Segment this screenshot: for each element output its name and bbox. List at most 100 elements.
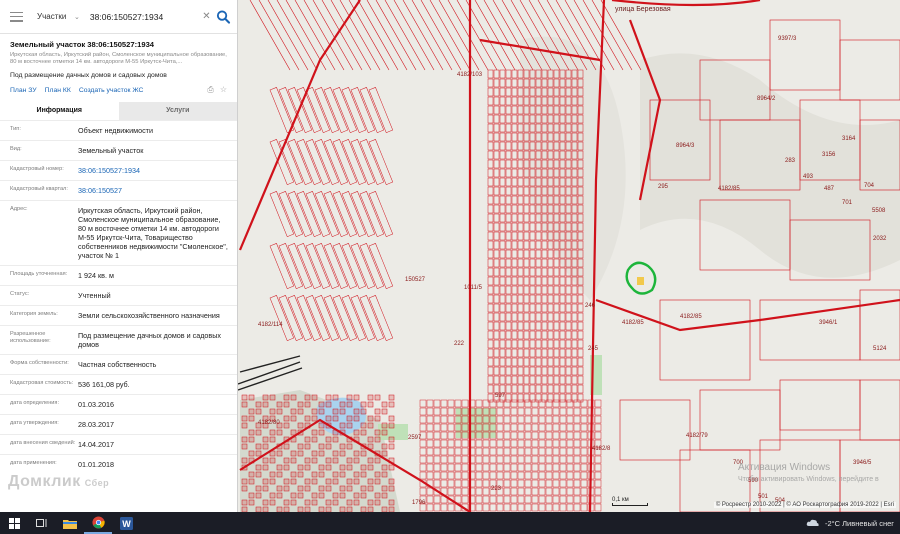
weather-icon[interactable] [806,518,819,528]
clear-icon[interactable]: ✕ [201,11,212,22]
plot-number-label: 2597 [408,435,422,441]
parcel-address-short: Иркутская область, Иркутский район, Смол… [10,52,227,65]
search-input[interactable] [85,7,201,26]
domclick-logo: Домклик Сбер [8,473,109,491]
plot-number-label: 2032 [873,236,887,242]
system-tray: -2°C Ливневый снег [806,512,900,534]
info-row: Адрес: Иркутская область, Иркутский район… [0,200,237,265]
street-label: улица Березовая [615,6,671,13]
plot-number-label: 3156 [822,152,836,158]
chevron-down-icon: ⌄ [74,13,80,21]
scale-bar [612,503,648,506]
search-type-label: Участки [37,12,67,21]
plot-number-label: 4182/85 [718,186,740,192]
tab-services[interactable]: Услуги [118,102,237,120]
print-icon[interactable]: ⎙ [207,85,213,95]
info-row-label: Статус: [10,291,30,297]
task-view-icon[interactable] [28,512,56,534]
plot-number-label: 3164 [842,136,856,142]
menu-icon[interactable] [10,11,24,22]
info-row-value: 1 924 кв. м [78,271,114,280]
info-row-value: 536 161,08 руб. [78,380,130,389]
plot-number-label: 4182/85 [680,314,702,320]
info-row-label: Категория земель: [10,311,58,317]
info-row: Тип: Объект недвижимости [0,120,237,140]
info-panel: Участки ⌄ ✕ Земельный участок 38:06:1505… [0,0,238,512]
chrome-icon[interactable] [84,512,112,534]
weather-text[interactable]: -2°C Ливневый снег [825,519,894,528]
action-icons: ⎙ ☆ [207,85,227,95]
info-row-value: Под размещение дачных домов и садовых до… [78,331,221,349]
plot-number-label: 5124 [873,346,887,352]
info-row: Статус: Учтенный [0,285,237,305]
star-icon[interactable]: ☆ [220,85,227,95]
plot-number-label: 487 [824,186,835,192]
action-links: План ЗУ План КК Создать участок ЖС ⎙ ☆ [0,79,237,95]
plot-number-label: 493 [803,174,814,180]
info-row: дата утверждения: 28.03.2017 [0,414,237,434]
plot-number-label: 597 [495,393,506,399]
info-row-value: 01.03.2016 [78,400,114,409]
plan-kk-link[interactable]: План КК [45,87,71,94]
info-row-label: дата утверждения: [10,420,59,426]
info-row: Кадастровая стоимость: 536 161,08 руб. [0,374,237,394]
info-row-label: Тип: [10,126,21,132]
create-zhs-link[interactable]: Создать участок ЖС [79,87,144,94]
info-row: Вид: Земельный участок [0,140,237,160]
info-row-value: Земельный участок [78,146,144,155]
plot-number-label: 1796 [412,500,426,506]
plot-number-label: 223 [491,486,502,492]
svg-text:W: W [122,519,131,529]
info-row-value: 14.04.2017 [78,440,114,449]
info-row-link[interactable]: 38:06:150527:1934 [78,166,237,175]
info-row: Категория земель: Земли сельскохозяйствен… [0,305,237,325]
tab-info[interactable]: Информация [0,102,119,120]
plot-number-label: 8964/3 [676,143,695,149]
watermark-title: Активация Windows [738,462,831,473]
info-table: Тип: Объект недвижимости Вид: Земельный уча… [0,120,237,474]
info-row-label: Кадастровая стоимость: [10,380,74,386]
plot-number-label: 4182/103 [457,72,483,78]
info-row-label: Вид: [10,146,22,152]
windows-taskbar: W -2°C Ливневый снег [0,512,900,534]
plot-number-label: 4182/114 [258,322,283,328]
search-bar: Участки ⌄ ✕ [0,0,237,34]
search-icon[interactable] [216,9,231,25]
scale-label: 0,1 км [612,497,629,503]
selected-parcel[interactable] [637,277,644,285]
info-row-value: Объект недвижимости [78,126,153,135]
domclick-brand-sub: Сбер [84,478,110,488]
plot-number-label: 3946/1 [819,320,838,326]
plot-number-label: 222 [454,341,465,347]
info-row-value: Иркутская область, Иркутский район, Смол… [78,206,228,260]
watermark-sub: Чтобы активировать Windows, перейдите в [738,476,879,483]
plot-number-label: 4182/8 [592,446,611,452]
info-row-label: дата внесения сведений: [10,440,76,446]
parcel-purpose: Под размещение дачных домов и садовых до… [10,72,167,79]
plot-number-label: 4182/80 [258,420,280,426]
word-icon[interactable]: W [112,512,140,534]
plot-number-label: 704 [864,183,875,189]
info-row-value: 28.03.2017 [78,420,114,429]
plot-number-label: 283 [785,158,796,164]
info-row: Разрешенное использование: Под размещение… [0,325,237,354]
tabs: Информация Услуги [0,102,237,120]
info-row-label: Разрешенное использование: [10,331,51,344]
map-attribution[interactable]: © Росреестр 2010-2022 | © АО Роскартогра… [713,502,896,508]
info-row-label: дата определения: [10,400,60,406]
plot-number-label: 701 [842,200,853,206]
plot-number-label: 9397/3 [778,36,797,42]
info-row-value: 01.01.2018 [78,460,114,469]
info-row-label: дата применения: [10,460,57,466]
file-explorer-icon[interactable] [56,512,84,534]
info-row: дата внесения сведений: 14.04.2017 [0,434,237,454]
info-row: Кадастровый номер: 38:06:150527:1934 [0,160,237,180]
plan-zu-link[interactable]: План ЗУ [10,87,37,94]
info-row-label: Площадь уточненная: [10,271,68,277]
info-row: Форма собственности: Частная собственност… [0,354,237,374]
plot-number-label: 246 [585,303,596,309]
windows-start-icon[interactable] [0,512,28,534]
info-row-link[interactable]: 38:06:150527 [78,186,237,195]
search-type-select[interactable]: Участки ⌄ [37,12,86,21]
info-row: дата применения: 01.01.2018 [0,454,237,474]
